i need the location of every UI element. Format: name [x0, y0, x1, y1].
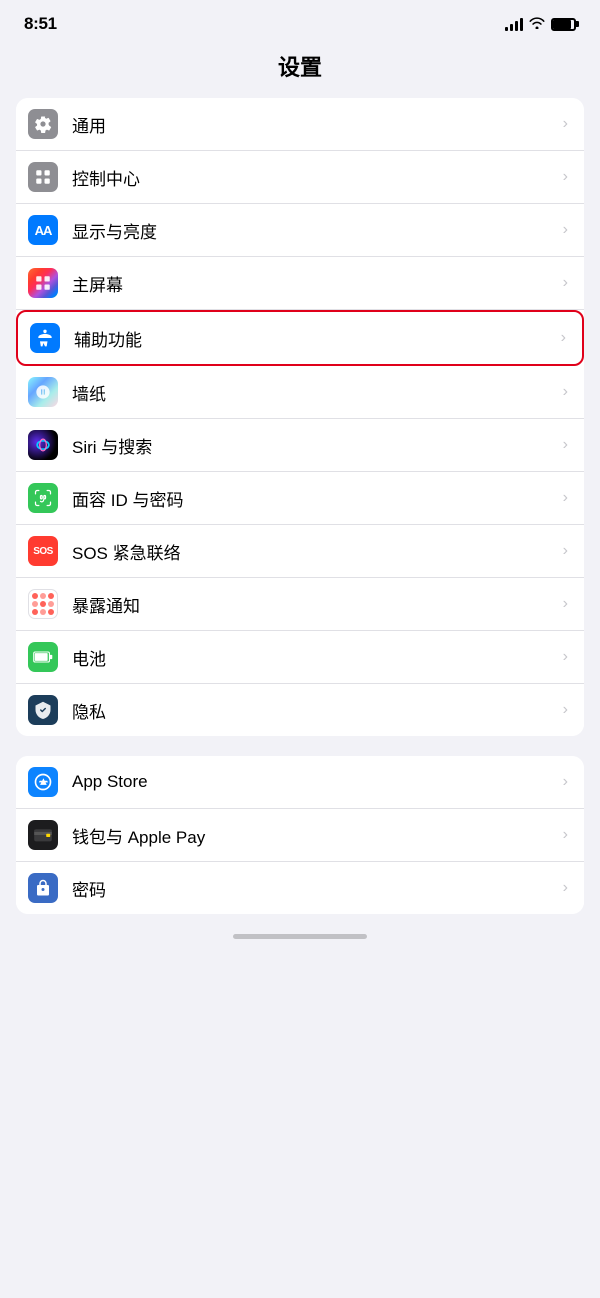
sos-label: SOS 紧急联络	[72, 539, 555, 564]
wallpaper-icon	[28, 377, 58, 407]
wallpaper-chevron: ›	[563, 383, 568, 401]
settings-row-control-center[interactable]: 控制中心 ›	[16, 151, 584, 204]
general-label: 通用	[72, 112, 555, 137]
control-center-label: 控制中心	[72, 165, 555, 190]
settings-row-siri[interactable]: Siri 与搜索 ›	[16, 419, 584, 472]
appstore-label: App Store	[72, 772, 555, 792]
general-icon	[28, 109, 58, 139]
sos-icon: SOS	[28, 536, 58, 566]
battery-chevron: ›	[563, 648, 568, 666]
siri-icon	[28, 430, 58, 460]
display-label: 显示与亮度	[72, 218, 555, 243]
settings-row-faceid[interactable]: 面容 ID 与密码 ›	[16, 472, 584, 525]
settings-row-accessibility[interactable]: 辅助功能 ›	[16, 310, 584, 366]
exposure-icon	[28, 589, 58, 619]
faceid-label: 面容 ID 与密码	[72, 486, 555, 511]
sos-chevron: ›	[563, 542, 568, 560]
home-indicator	[233, 934, 367, 939]
settings-section-2: App Store › 钱包与 Apple Pay › 密码 ›	[16, 756, 584, 914]
signal-icon	[505, 17, 523, 31]
settings-row-general[interactable]: 通用 ›	[16, 98, 584, 151]
settings-row-privacy[interactable]: 隐私 ›	[16, 684, 584, 736]
wallet-label: 钱包与 Apple Pay	[72, 823, 555, 848]
exposure-label: 暴露通知	[72, 592, 555, 617]
wallpaper-label: 墙纸	[72, 380, 555, 405]
home-screen-chevron: ›	[563, 274, 568, 292]
battery-label: 电池	[72, 645, 555, 670]
home-screen-icon	[28, 268, 58, 298]
status-bar: 8:51	[0, 0, 600, 42]
settings-row-display[interactable]: AA 显示与亮度 ›	[16, 204, 584, 257]
settings-row-exposure[interactable]: 暴露通知 ›	[16, 578, 584, 631]
siri-chevron: ›	[563, 436, 568, 454]
password-chevron: ›	[563, 879, 568, 897]
exposure-chevron: ›	[563, 595, 568, 613]
settings-row-password[interactable]: 密码 ›	[16, 862, 584, 914]
accessibility-chevron: ›	[561, 329, 566, 347]
appstore-chevron: ›	[563, 773, 568, 791]
accessibility-label: 辅助功能	[74, 326, 553, 351]
battery-icon	[28, 642, 58, 672]
wifi-icon	[529, 16, 545, 33]
control-center-icon	[28, 162, 58, 192]
battery-status-icon	[551, 18, 576, 31]
faceid-icon	[28, 483, 58, 513]
faceid-chevron: ›	[563, 489, 568, 507]
settings-row-battery[interactable]: 电池 ›	[16, 631, 584, 684]
privacy-icon	[28, 695, 58, 725]
page-title: 设置	[0, 42, 600, 98]
settings-row-home-screen[interactable]: 主屏幕 ›	[16, 257, 584, 310]
control-center-chevron: ›	[563, 168, 568, 186]
password-icon	[28, 873, 58, 903]
settings-row-sos[interactable]: SOS SOS 紧急联络 ›	[16, 525, 584, 578]
display-chevron: ›	[563, 221, 568, 239]
wallet-chevron: ›	[563, 826, 568, 844]
settings-row-wallpaper[interactable]: 墙纸 ›	[16, 366, 584, 419]
accessibility-icon	[30, 323, 60, 353]
home-screen-label: 主屏幕	[72, 271, 555, 296]
status-icons	[505, 16, 576, 33]
settings-row-wallet[interactable]: 钱包与 Apple Pay ›	[16, 809, 584, 862]
settings-row-appstore[interactable]: App Store ›	[16, 756, 584, 809]
display-icon: AA	[28, 215, 58, 245]
settings-section-1: 通用 › 控制中心 › AA 显示与亮度 ›	[16, 98, 584, 736]
appstore-icon	[28, 767, 58, 797]
siri-label: Siri 与搜索	[72, 433, 555, 458]
privacy-label: 隐私	[72, 698, 555, 723]
wallet-icon	[28, 820, 58, 850]
password-label: 密码	[72, 876, 555, 901]
general-chevron: ›	[563, 115, 568, 133]
status-time: 8:51	[24, 14, 57, 34]
privacy-chevron: ›	[563, 701, 568, 719]
